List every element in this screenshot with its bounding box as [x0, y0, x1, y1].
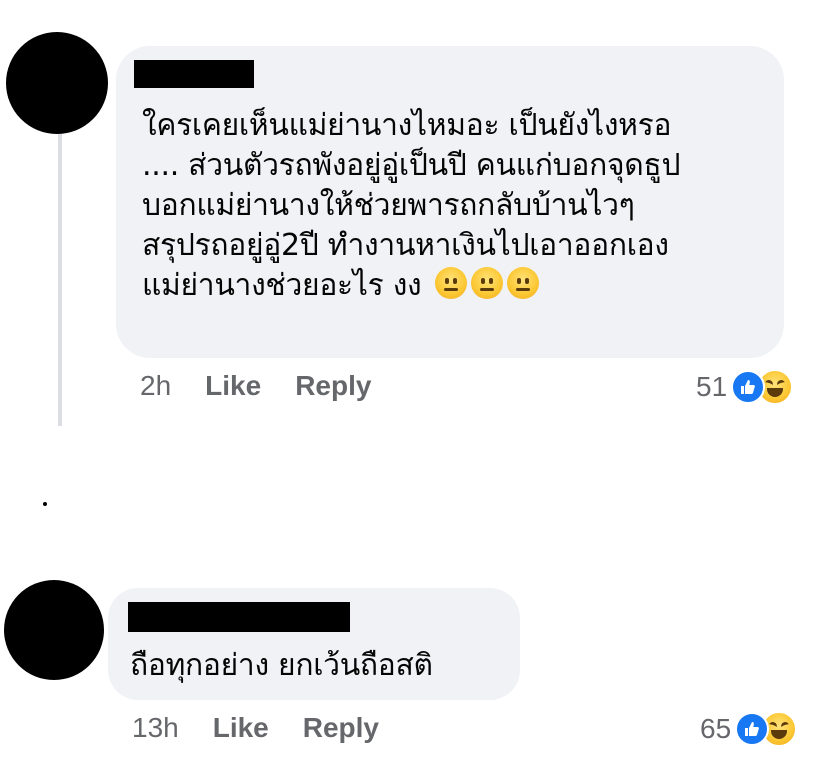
- comment-bubble: ใครเคยเห็นแม่ย่านางไหมอะ เป็นยังไงหรอ ..…: [116, 46, 784, 358]
- reaction-count: 65: [700, 713, 732, 744]
- comment-text-line: สรุปรถอยู่อู่2ปี ทำงานหาเงินไปเอาออกเอง: [142, 228, 669, 263]
- reaction-summary[interactable]: 51: [696, 369, 794, 405]
- author-name-redacted[interactable]: [134, 60, 254, 88]
- neutral-face-icon: [434, 267, 467, 299]
- reply-button[interactable]: Reply: [295, 370, 371, 402]
- comment-timestamp[interactable]: 13h: [132, 712, 179, 744]
- avatar[interactable]: [4, 580, 104, 680]
- comment-text-line: บอกแม่ย่านางให้ช่วยพารถกลับบ้านไวๆ: [142, 188, 635, 223]
- reaction-summary[interactable]: 65: [700, 711, 798, 747]
- neutral-face-icon: [506, 267, 539, 299]
- comment-bubble: ถือทุกอย่าง ยกเว้นถือสติ: [108, 588, 520, 700]
- reaction-count: 51: [696, 371, 728, 402]
- neutral-face-icon: [470, 267, 503, 299]
- author-name-redacted[interactable]: [128, 602, 350, 632]
- comment-text-segment: แม่ย่านางช่วยอะไร งง: [142, 268, 422, 303]
- comment-text-line: ใครเคยเห็นแม่ย่านางไหมอะ เป็นยังไงหรอ: [142, 108, 672, 143]
- reply-thread-line: [58, 134, 62, 426]
- like-reaction-icon: [731, 370, 766, 404]
- reply-button[interactable]: Reply: [303, 712, 379, 744]
- comment-text: ใครเคยเห็นแม่ย่านางไหมอะ เป็นยังไงหรอ ..…: [142, 106, 680, 306]
- comment-text-line-with-emojis: แม่ย่านางช่วยอะไร งง: [142, 266, 680, 306]
- like-button[interactable]: Like: [213, 712, 269, 744]
- comment-text-line: ถือทุกอย่าง ยกเว้นถือสติ: [130, 648, 433, 683]
- separator-dot: [43, 502, 47, 506]
- like-button[interactable]: Like: [205, 370, 261, 402]
- comment-text: ถือทุกอย่าง ยกเว้นถือสติ: [130, 646, 433, 686]
- avatar[interactable]: [6, 32, 108, 134]
- like-reaction-icon: [735, 712, 770, 746]
- comment-timestamp[interactable]: 2h: [140, 370, 171, 402]
- comment-actions: 2h Like Reply: [140, 370, 371, 402]
- comment-actions: 13h Like Reply: [132, 712, 379, 744]
- comment-text-line: .... ส่วนตัวรถพังอยู่อู่เป็นปี คนแก่บอกจ…: [142, 148, 681, 183]
